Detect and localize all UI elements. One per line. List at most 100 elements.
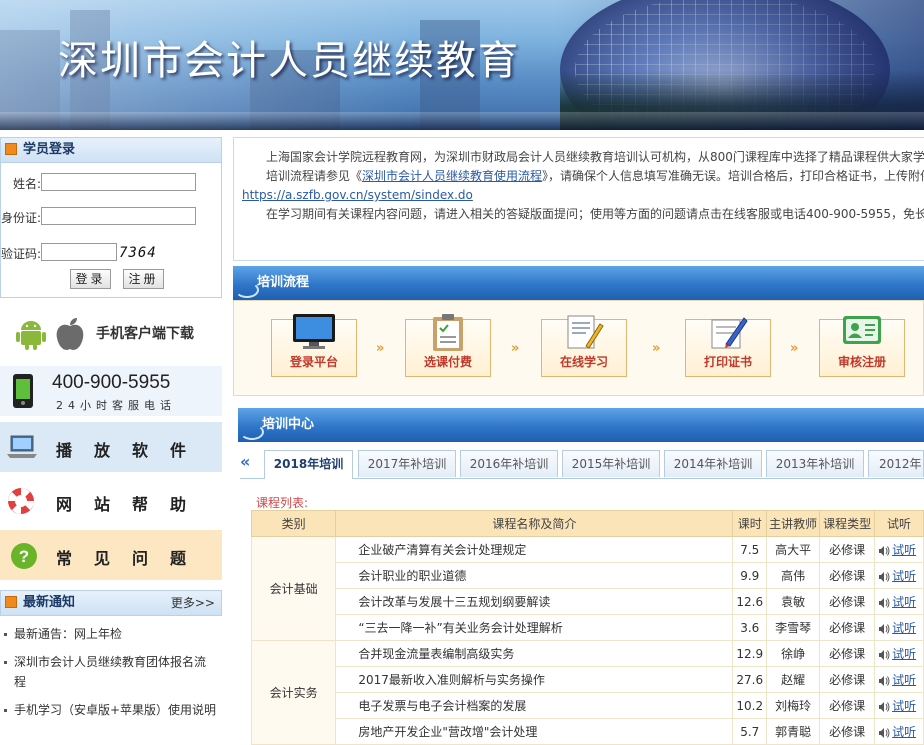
tab-2014[interactable]: 2014年补培训 — [664, 450, 762, 477]
faq-label: 常见问题 — [56, 549, 209, 568]
intro-paragraph-2: 培训流程请参见《深圳市会计人员继续教育使用流程》，请确保个人信息填写准确无误。培… — [242, 167, 924, 186]
course-hours: 27.6 — [732, 666, 768, 693]
course-name[interactable]: 会计职业的职业道德 — [335, 562, 734, 589]
news-item[interactable]: 手机学习（安卓版+苹果版）使用说明 — [0, 700, 222, 720]
monitor-icon — [293, 314, 335, 349]
phone-icon — [13, 374, 33, 408]
course-listen-cell: 试听 — [874, 666, 924, 693]
year-tabs: 2018年培训 2017年补培训 2016年补培训 2015年补培训 2014年… — [240, 448, 924, 479]
col-course-name: 课程名称及简介 — [335, 510, 734, 537]
intro-paragraph-1: 上海国家会计学院远程教育网，为深圳市财政局会计人员继续教育培训认可机构，从800… — [266, 150, 924, 164]
course-name[interactable]: 企业破产清算有关会计处理规定 — [335, 536, 734, 563]
tabs-prev-arrow[interactable]: « — [240, 452, 250, 471]
listen-link[interactable]: 试听 — [892, 725, 916, 739]
course-name[interactable]: “三去一降一补”有关业务会计处理解析 — [335, 614, 734, 641]
listen-link[interactable]: 试听 — [892, 543, 916, 557]
listen-link[interactable]: 试听 — [892, 699, 916, 713]
training-flow: 登录平台 » 选课付费 » 在线学习 » 打印证书 » 审核注册 — [233, 300, 924, 396]
course-table: 类别 课程名称及简介 课时 主讲教师 课程类型 试听 会计基础 企业破产清算有关会… — [250, 510, 924, 745]
listen-link[interactable]: 试听 — [892, 569, 916, 583]
news-item[interactable]: 最新通告：网上年检 — [0, 624, 222, 644]
course-listen-cell: 试听 — [874, 718, 924, 745]
step-review-register[interactable]: 审核注册 — [819, 316, 905, 377]
course-type: 必修课 — [819, 640, 876, 667]
course-name[interactable]: 会计改革与发展十三五规划纲要解读 — [335, 588, 734, 615]
captcha-input[interactable] — [41, 243, 117, 261]
mobile-download-link[interactable]: 手机客户端下载 — [0, 306, 222, 358]
course-listen-cell: 试听 — [874, 614, 924, 641]
step-print-cert[interactable]: 打印证书 — [685, 317, 771, 377]
step-label: 审核注册 — [837, 355, 886, 369]
news-header: 最新通知 更多>> — [0, 590, 222, 616]
table-row: 会计改革与发展十三五规划纲要解读 12.6 袁敏 必修课 试听 — [252, 588, 924, 615]
tab-2013[interactable]: 2013年补培训 — [766, 450, 864, 477]
login-button[interactable]: 登录 — [70, 269, 111, 289]
speaker-icon — [879, 727, 890, 738]
tab-2015[interactable]: 2015年补培训 — [562, 450, 660, 477]
course-name[interactable]: 房地产开发企业"营改增"会计处理 — [335, 718, 734, 745]
listen-link[interactable]: 试听 — [892, 673, 916, 687]
step-label: 选课付费 — [423, 355, 472, 369]
listen-link[interactable]: 试听 — [892, 647, 916, 661]
tab-2016[interactable]: 2016年补培训 — [460, 450, 558, 477]
center-header-label: 培训中心 — [262, 417, 315, 432]
table-row: 电子发票与电子会计档案的发展 10.2 刘梅玲 必修课 试听 — [252, 692, 924, 719]
course-listen-cell: 试听 — [874, 640, 924, 667]
listen-link[interactable]: 试听 — [892, 621, 916, 635]
course-name[interactable]: 合并现金流量表编制高级实务 — [335, 640, 734, 667]
news-more-link[interactable]: 更多>> — [171, 591, 215, 615]
id-input[interactable] — [41, 207, 196, 225]
section-icon — [5, 142, 17, 155]
speaker-icon — [879, 545, 890, 556]
step-label: 打印证书 — [703, 355, 752, 369]
clipboard-icon — [433, 314, 463, 351]
step-online-study[interactable]: 在线学习 — [541, 315, 627, 377]
tab-2017[interactable]: 2017年补培训 — [358, 450, 456, 477]
annual-check-link[interactable]: https://a.szfb.gov.cn/system/sindex.do — [242, 188, 473, 202]
speaker-icon — [879, 571, 890, 582]
step-login-platform[interactable]: 登录平台 — [271, 314, 357, 377]
register-button[interactable]: 注册 — [123, 269, 164, 289]
lifebuoy-icon — [8, 488, 34, 514]
course-teacher: 赵耀 — [766, 666, 821, 693]
news-item[interactable]: 深圳市会计人员继续教育团体报名流程 — [0, 652, 214, 692]
course-teacher: 袁敏 — [766, 588, 821, 615]
course-list-label: 课程列表: — [256, 496, 309, 510]
player-software-link[interactable]: 播放软件 — [0, 422, 222, 472]
course-hours: 12.9 — [732, 640, 768, 667]
course-hours: 5.7 — [732, 718, 768, 745]
usage-flow-link[interactable]: 深圳市会计人员继续教育使用流程 — [362, 169, 542, 183]
course-type: 必修课 — [819, 718, 876, 745]
flow-arrow: » — [652, 341, 661, 356]
captcha-image[interactable]: 7364 — [119, 245, 157, 261]
course-name[interactable]: 电子发票与电子会计档案的发展 — [335, 692, 734, 719]
faq-link[interactable]: ? 常见问题 — [0, 530, 222, 580]
course-hours: 9.9 — [732, 562, 768, 589]
speaker-icon — [879, 701, 890, 712]
course-type: 必修课 — [819, 666, 876, 693]
question-icon: ? — [11, 543, 37, 569]
intro-text: 》，请确保个人信息填写准确无误。培训合格后，打印合格证书，上传附件进行网上年检，… — [542, 169, 924, 183]
hotline-number: 400-900-5955 — [52, 372, 171, 393]
intro-panel: 上海国家会计学院远程教育网，为深圳市财政局会计人员继续教育培训认可机构，从800… — [233, 137, 924, 261]
news-list: 最新通告：网上年检 深圳市会计人员继续教育团体报名流程 手机学习（安卓版+苹果版… — [0, 616, 222, 720]
player-software-label: 播放软件 — [56, 441, 209, 460]
col-type: 课程类型 — [819, 510, 876, 537]
listen-link[interactable]: 试听 — [892, 595, 916, 609]
step-select-pay[interactable]: 选课付费 — [405, 314, 491, 377]
captcha-label: 验证码: — [1, 247, 42, 261]
site-help-link[interactable]: 网站帮助 — [0, 476, 222, 526]
course-listen-cell: 试听 — [874, 588, 924, 615]
course-hours: 10.2 — [732, 692, 768, 719]
intro-text: 培训流程请参见《 — [266, 169, 363, 183]
swirl-icon — [240, 424, 264, 440]
course-name[interactable]: 2017最新收入准则解析与实务操作 — [335, 666, 734, 693]
course-teacher: 郭青聪 — [766, 718, 821, 745]
table-header-row: 类别 课程名称及简介 课时 主讲教师 课程类型 试听 — [250, 510, 924, 537]
name-input[interactable] — [41, 173, 196, 191]
certificate-pen-icon — [711, 317, 748, 349]
mobile-download-label: 手机客户端下载 — [96, 326, 194, 342]
tab-2012[interactable]: 2012年 — [868, 450, 924, 477]
table-row: 会计实务 合并现金流量表编制高级实务 12.9 徐峥 必修课 试听 — [250, 640, 924, 745]
tab-2018[interactable]: 2018年培训 — [264, 450, 353, 479]
